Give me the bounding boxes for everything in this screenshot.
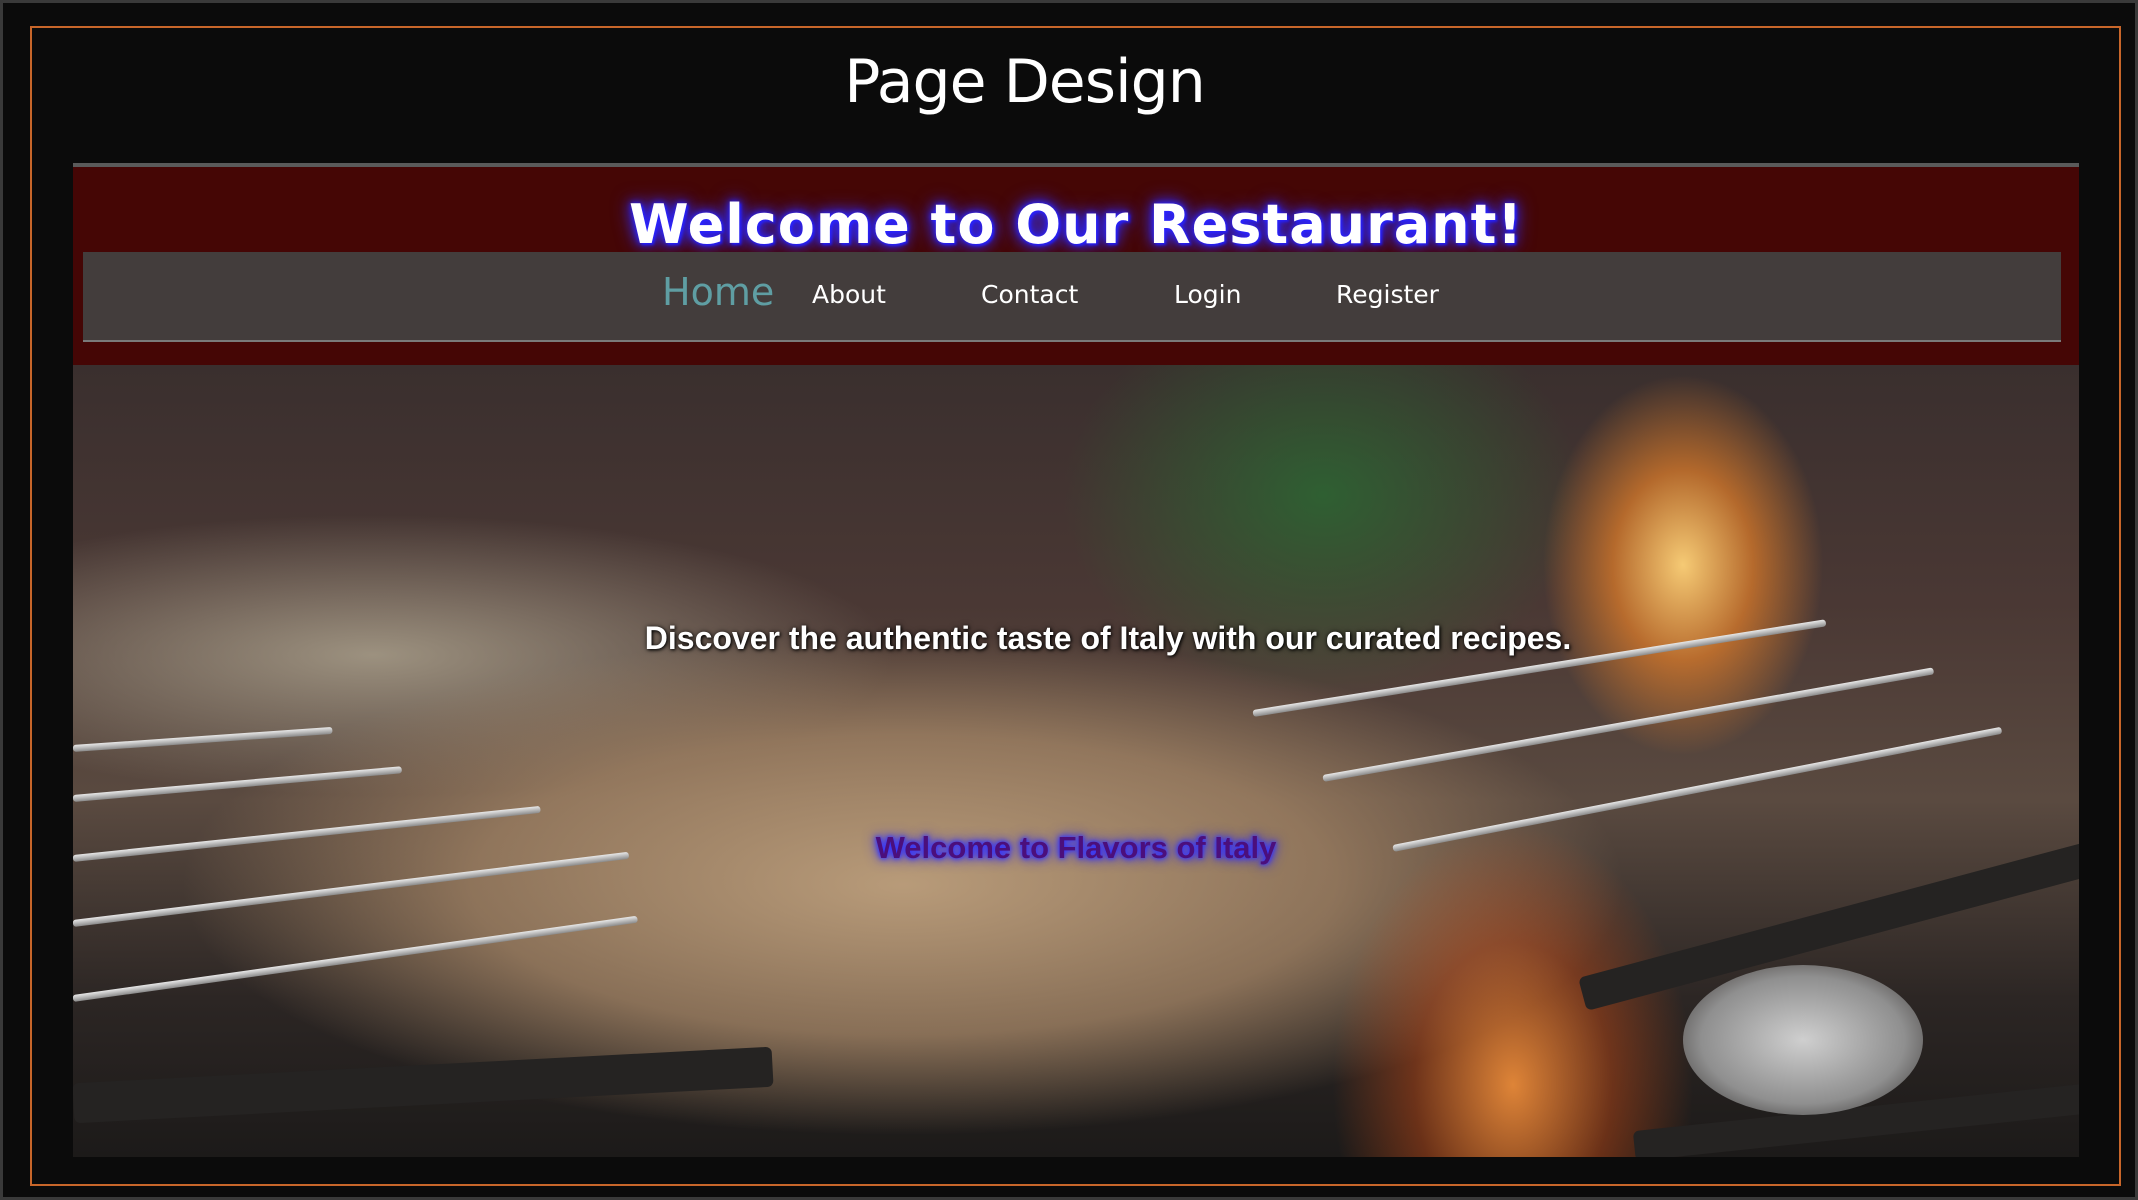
hero-tagline: Discover the authentic taste of Italy wi… <box>644 620 1572 656</box>
nav-about-link[interactable]: About <box>812 280 886 309</box>
nav-login-link[interactable]: Login <box>1174 280 1241 309</box>
slide: Page Design Welcome to Our Restaurant! H… <box>0 0 2138 1200</box>
skewer <box>73 766 403 802</box>
site-header: Welcome to Our Restaurant! Home About Co… <box>73 163 2079 365</box>
ash-coals <box>1683 965 1923 1115</box>
slide-title: Page Design <box>844 47 1205 117</box>
site-title: Welcome to Our Restaurant! <box>628 193 1524 256</box>
website-preview: Welcome to Our Restaurant! Home About Co… <box>73 163 2079 1157</box>
nav-home-link[interactable]: Home <box>662 270 774 314</box>
hero-image: Discover the authentic taste of Italy wi… <box>73 365 2079 1157</box>
hero-welcome-text: Welcome to Flavors of Italy <box>875 830 1277 865</box>
skewer <box>73 915 638 1002</box>
nav-contact-link[interactable]: Contact <box>981 280 1078 309</box>
grill-grate <box>73 1046 774 1124</box>
skewer <box>73 726 333 752</box>
nav-bar: Home About Contact Login Register <box>83 252 2061 342</box>
nav-register-link[interactable]: Register <box>1336 280 1439 309</box>
